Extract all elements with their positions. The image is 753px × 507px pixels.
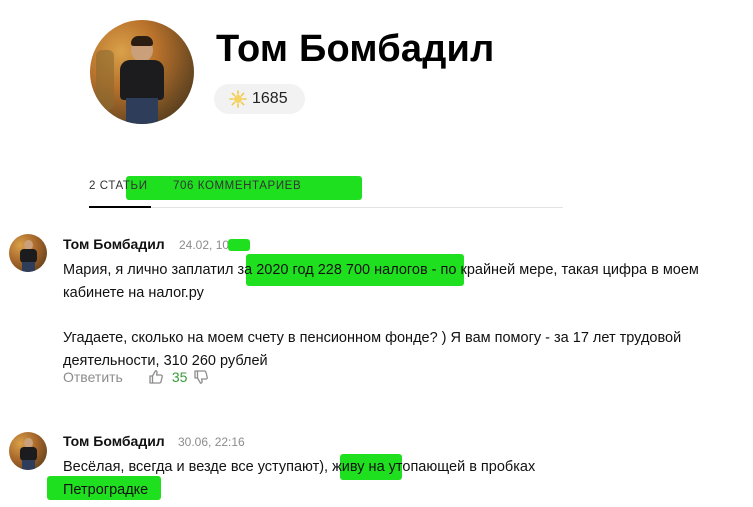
comment-date[interactable]: 30.06, 22:16 <box>178 435 245 449</box>
comment-paragraph: Весёлая, всегда и везде все уступают), ж… <box>63 459 536 498</box>
tab-comments[interactable]: 706 комментариев <box>173 180 301 192</box>
comment-body: Весёлая, всегда и везде все уступают), ж… <box>63 456 583 502</box>
active-tab-indicator <box>89 206 151 208</box>
comment-author[interactable]: Том Бомбадил <box>63 433 165 449</box>
comment-paragraph: Мария, я лично заплатил за 2020 год 228 … <box>63 262 699 301</box>
highlight-mark <box>228 239 250 251</box>
profile-avatar[interactable] <box>90 20 194 124</box>
comment-avatar[interactable] <box>9 234 47 272</box>
comment-avatar[interactable] <box>9 432 47 470</box>
tab-articles[interactable]: 2 статьи <box>89 180 148 192</box>
karma-value: 1685 <box>252 90 288 107</box>
karma-badge: 1685 <box>214 84 305 114</box>
karma-sun-icon <box>229 90 247 108</box>
comment-body: Мария, я лично заплатил за 2020 год 228 … <box>63 259 753 373</box>
profile-tabs: 2 статьи 706 комментариев <box>89 172 563 208</box>
profile-name: Том Бомбадил <box>216 28 495 70</box>
comment-author[interactable]: Том Бомбадил <box>63 236 165 252</box>
comment-paragraph: Угадаете, сколько на моем счету в пенсио… <box>63 330 682 369</box>
